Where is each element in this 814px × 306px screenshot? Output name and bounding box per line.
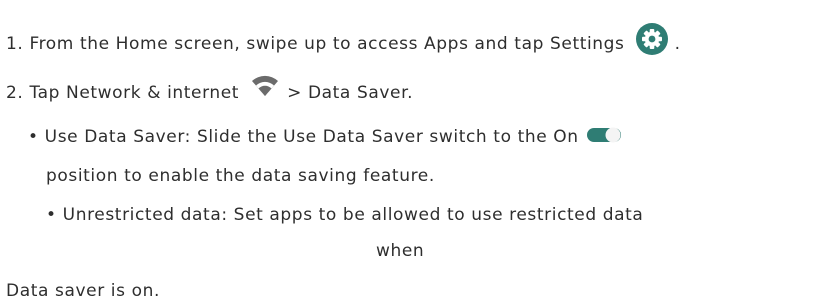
- bullet-2-continuation: when: [376, 241, 425, 261]
- bullet-2-line-1: • Unrestricted data: Set apps to be allo…: [46, 203, 643, 227]
- bullet-2-line-3: Data saver is on.: [6, 279, 160, 303]
- bullet-1-continuation: position to enable the data saving featu…: [46, 166, 429, 186]
- instructions-page: { "steps": [ { "number": "1.", "text": "…: [0, 0, 814, 306]
- bullet-2-text: Unrestricted data: Set apps to be allowe…: [62, 205, 644, 225]
- settings-gear-icon: [635, 22, 669, 56]
- step-1-number: 1.: [6, 34, 24, 54]
- wifi-icon: [251, 74, 279, 98]
- toggle-on-icon: [586, 126, 623, 144]
- bullet-2-trailing: .: [153, 281, 160, 301]
- bullet-2-line-2: when: [376, 239, 424, 263]
- step-1-trailing: .: [674, 34, 681, 54]
- step-1: 1. From the Home screen, swipe up to acc…: [6, 23, 681, 56]
- step-2-text-after: > Data Saver: [287, 83, 408, 103]
- bullet-1-line-1: • Use Data Saver: Slide the Use Data Sav…: [28, 125, 623, 149]
- bullet-2-marker: •: [46, 205, 57, 225]
- step-2-trailing: .: [407, 83, 414, 103]
- bullet-1-marker: •: [28, 127, 39, 147]
- step-2-text-before: Tap Network & internet: [29, 83, 240, 103]
- bullet-1-line-2: position to enable the data saving featu…: [46, 164, 435, 188]
- step-1-text: From the Home screen, swipe up to access…: [29, 34, 625, 54]
- bullet-2-continuation-2: Data saver is on: [6, 281, 154, 301]
- bullet-1-text: Use Data Saver: Slide the Use Data Saver…: [44, 127, 579, 147]
- step-2-number: 2.: [6, 83, 24, 103]
- step-2: 2. Tap Network & internet > Data Saver.: [6, 75, 414, 105]
- bullet-1-trailing: .: [428, 166, 435, 186]
